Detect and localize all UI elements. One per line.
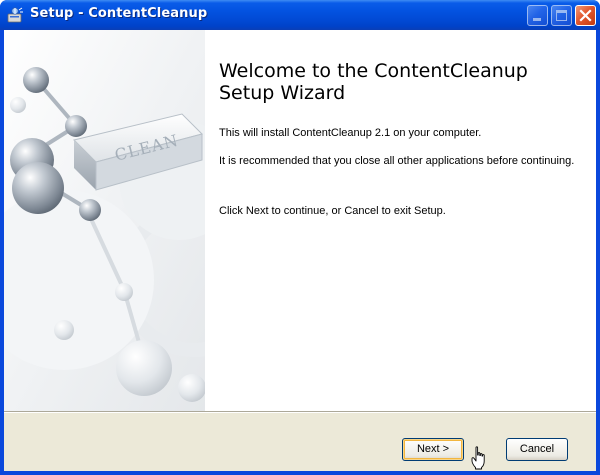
continue-instructions-text: Click Next to continue, or Cancel to exi… [219,205,446,217]
footer-separator [4,411,596,413]
cancel-button[interactable]: Cancel [506,438,568,461]
minimize-button[interactable] [527,5,548,26]
mouse-pointer-hand-icon [471,446,485,470]
next-button[interactable]: Next > [402,438,464,461]
window-bottom-border [0,471,600,475]
minimize-icon [533,18,541,21]
close-button[interactable] [575,5,596,26]
title-bar[interactable]: Setup - ContentCleanup [0,0,600,30]
clean-eraser-logo: CLEAN [4,30,205,411]
maximize-button[interactable] [551,5,572,26]
maximize-icon [556,10,567,21]
install-info-text: This will install ContentCleanup 2.1 on … [219,127,482,139]
close-icon [579,9,592,22]
wizard-client-area: CLEAN Welcome to the ContentCleanup Setu… [4,30,596,471]
wizard-heading: Welcome to the ContentCleanup Setup Wiza… [219,60,528,104]
setup-installer-icon [7,7,23,23]
setup-window: Setup - ContentCleanup CLEAN Welcome to … [0,0,600,475]
wizard-page: CLEAN Welcome to the ContentCleanup Setu… [4,30,596,411]
close-apps-recommendation-text: It is recommended that you close all oth… [219,155,575,167]
window-title: Setup - ContentCleanup [30,6,208,21]
